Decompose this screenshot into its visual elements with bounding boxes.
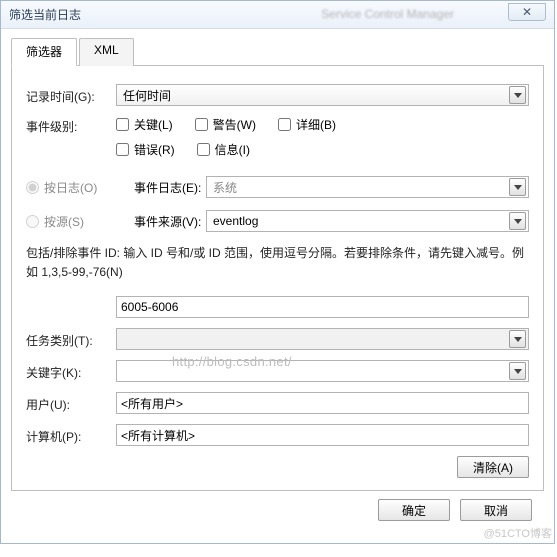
dropdown-icon xyxy=(509,86,526,104)
radio-by-source[interactable] xyxy=(26,215,39,228)
dropdown-icon xyxy=(509,178,526,196)
window-title: 筛选当前日志 xyxy=(9,6,81,23)
tab-strip: 筛选器 XML xyxy=(11,37,544,66)
checkbox-warning[interactable]: 警告(W) xyxy=(195,116,256,133)
dropdown-icon xyxy=(509,362,526,380)
task-category-select[interactable] xyxy=(116,328,529,350)
tab-filter[interactable]: 筛选器 xyxy=(11,38,77,66)
computer-input[interactable] xyxy=(116,424,529,446)
dropdown-icon xyxy=(509,330,526,348)
label-task-category: 任务类别(T): xyxy=(26,330,116,349)
label-event-level: 事件级别: xyxy=(26,116,116,135)
event-log-select[interactable]: 系统 xyxy=(206,176,529,198)
ok-button[interactable]: 确定 xyxy=(378,499,450,521)
background-app-name: Service Control Manager xyxy=(321,7,454,21)
keywords-select[interactable] xyxy=(116,360,529,382)
radio-by-log[interactable] xyxy=(26,181,39,194)
label-event-source: 事件来源(V): xyxy=(134,213,206,230)
dialog-footer: 确定 取消 xyxy=(11,491,544,533)
tab-xml[interactable]: XML xyxy=(79,38,134,66)
checkbox-critical[interactable]: 关键(L) xyxy=(116,116,173,133)
user-input[interactable] xyxy=(116,392,529,414)
id-help-text: 包括/排除事件 ID: 输入 ID 号和/或 ID 范围，使用逗号分隔。若要排除… xyxy=(26,244,529,282)
label-log-time: 记录时间(G): xyxy=(26,86,116,105)
label-keywords: 关键字(K): xyxy=(26,362,116,381)
event-source-value: eventlog xyxy=(213,214,258,228)
log-time-value: 任何时间 xyxy=(123,87,171,104)
corner-watermark: @51CTO博客 xyxy=(484,525,552,541)
filter-dialog: 筛选当前日志 Service Control Manager ✕ 筛选器 XML… xyxy=(0,0,555,544)
label-computer: 计算机(P): xyxy=(26,426,116,445)
event-source-select[interactable]: eventlog xyxy=(206,210,529,232)
label-by-log: 按日志(O) xyxy=(44,179,97,196)
label-user: 用户(U): xyxy=(26,394,116,413)
titlebar: 筛选当前日志 Service Control Manager ✕ xyxy=(1,1,554,29)
close-icon: ✕ xyxy=(522,5,532,19)
label-event-log: 事件日志(E): xyxy=(134,179,206,196)
log-time-select[interactable]: 任何时间 xyxy=(116,84,529,106)
event-id-input[interactable] xyxy=(116,296,529,318)
event-log-value: 系统 xyxy=(213,179,237,196)
cancel-button[interactable]: 取消 xyxy=(460,499,532,521)
content-area: 筛选器 XML http://blog.csdn.net/ 记录时间(G): 任… xyxy=(1,29,554,543)
close-button[interactable]: ✕ xyxy=(508,3,546,21)
checkbox-info[interactable]: 信息(I) xyxy=(197,141,250,158)
filter-panel: http://blog.csdn.net/ 记录时间(G): 任何时间 事件级别… xyxy=(11,66,544,491)
label-by-source: 按源(S) xyxy=(44,213,84,230)
checkbox-error[interactable]: 错误(R) xyxy=(116,141,175,158)
clear-button[interactable]: 清除(A) xyxy=(457,456,529,478)
checkbox-verbose[interactable]: 详细(B) xyxy=(278,116,336,133)
dropdown-icon xyxy=(509,212,526,230)
